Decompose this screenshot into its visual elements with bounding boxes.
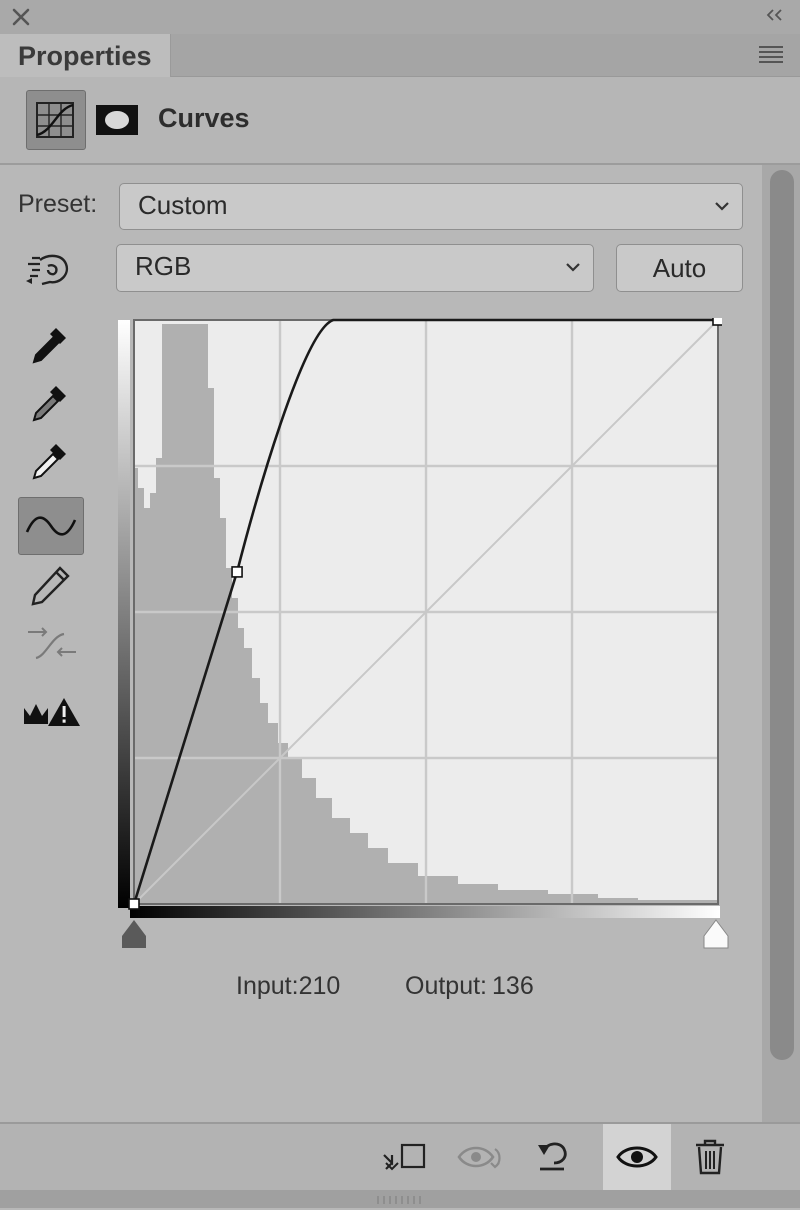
curves-graph-canvas[interactable]: [118, 314, 724, 920]
scrollbar-thumb[interactable]: [770, 170, 794, 1060]
output-label: Output:: [405, 972, 487, 1000]
auto-button[interactable]: Auto: [616, 244, 743, 292]
input-gradient-bar: [130, 906, 720, 918]
tab-properties-label: Properties: [18, 41, 152, 71]
eye-icon[interactable]: [614, 1135, 660, 1179]
white-point-eyedropper-icon[interactable]: [26, 438, 72, 484]
close-icon[interactable]: [10, 6, 32, 28]
output-value: 136: [492, 972, 534, 1000]
edit-points-curve-icon[interactable]: [18, 497, 84, 555]
resize-grip[interactable]: [374, 1192, 424, 1204]
trash-icon[interactable]: [688, 1135, 734, 1179]
gray-point-eyedropper-icon[interactable]: [26, 380, 72, 426]
auto-button-label: Auto: [652, 253, 707, 283]
white-point-slider[interactable]: [700, 918, 732, 950]
output-readout: Output: 136: [405, 972, 534, 1001]
layer-mask-icon[interactable]: [95, 104, 139, 136]
channel-dropdown[interactable]: RGB: [116, 244, 594, 292]
black-point-eyedropper-icon[interactable]: [26, 322, 72, 368]
chevron-down-icon: [566, 263, 580, 272]
input-value: 210: [298, 972, 341, 1000]
clip-to-layer-icon[interactable]: [380, 1135, 426, 1179]
curve-control-point[interactable]: [128, 898, 140, 910]
black-point-slider[interactable]: [118, 918, 150, 950]
reset-icon[interactable]: [530, 1135, 576, 1179]
curve-control-point[interactable]: [231, 566, 243, 578]
view-previous-state-icon[interactable]: [455, 1135, 501, 1179]
hamburger-menu-icon[interactable]: [758, 45, 784, 63]
preset-dropdown[interactable]: Custom: [119, 183, 743, 230]
preset-value: Custom: [138, 190, 228, 220]
input-label: Input:: [236, 972, 299, 1000]
tab-properties[interactable]: Properties: [0, 34, 171, 77]
preset-label: Preset:: [18, 190, 98, 218]
clipping-warning-icon[interactable]: [20, 690, 82, 734]
targeted-adjustment-hand-icon[interactable]: [22, 248, 69, 294]
smooth-curve-icon[interactable]: [24, 622, 76, 668]
input-readout: Input:210: [236, 972, 340, 1001]
curves-graph[interactable]: [118, 314, 724, 920]
curves-adjustment-icon[interactable]: [26, 90, 86, 150]
chevron-down-icon: [715, 202, 729, 211]
output-gradient-bar: [118, 320, 130, 908]
curve-control-point[interactable]: [712, 314, 724, 326]
channel-value: RGB: [135, 251, 192, 281]
adjustment-title: Curves: [158, 103, 250, 133]
pencil-draw-icon[interactable]: [28, 562, 74, 608]
double-chevron-left-icon[interactable]: [766, 8, 784, 26]
panel-top-strip: [0, 0, 800, 34]
